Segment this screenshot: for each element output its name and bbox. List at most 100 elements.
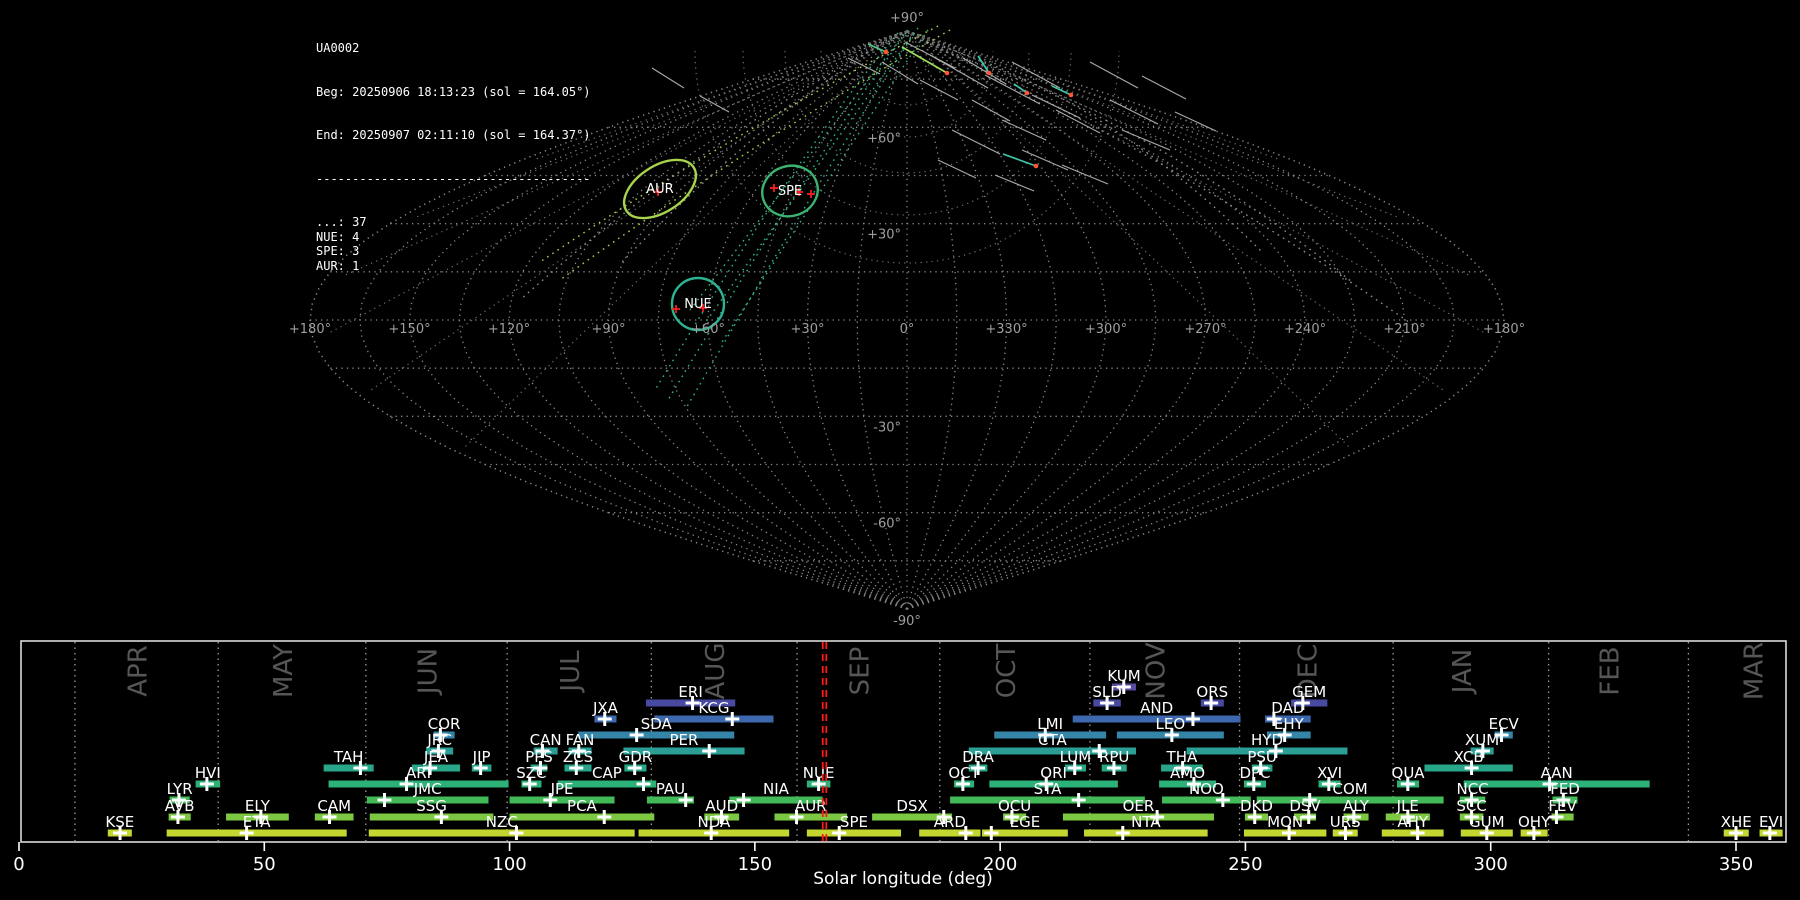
shower-label-NTA: NTA bbox=[1131, 813, 1161, 831]
ra-label: +30° bbox=[791, 322, 825, 337]
x-tick-label: 300 bbox=[1474, 854, 1508, 875]
dec-label: +30° bbox=[867, 228, 901, 243]
shower-label-CAN: CAN bbox=[530, 731, 562, 749]
association-curve bbox=[684, 33, 915, 411]
ra-label: +300° bbox=[1085, 322, 1127, 337]
trail-end-dot bbox=[883, 49, 889, 55]
ra-label: +90° bbox=[592, 322, 626, 337]
association-curve bbox=[919, 39, 1263, 253]
meteor-trail bbox=[951, 129, 1001, 155]
ra-label: +180° bbox=[1483, 322, 1525, 337]
meteor-trail bbox=[1089, 61, 1139, 89]
plot-canvas: AUR SPE NUE +90° -90° +60° +30° -30° -60° +180° +… bbox=[13, 11, 1787, 889]
trail-end-dot bbox=[1068, 92, 1074, 98]
ra-label: +180° bbox=[289, 322, 331, 337]
meteor-trail bbox=[919, 79, 959, 101]
shower-label-COM: COM bbox=[1333, 780, 1368, 798]
meteor-trail bbox=[847, 57, 881, 75]
shower-label-DSX: DSX bbox=[896, 797, 927, 815]
begin-time: Beg: 20250906 18:13:23 (sol = 164.05°) bbox=[316, 84, 591, 99]
ra-label: +210° bbox=[1383, 322, 1425, 337]
month-label-AUG: AUG bbox=[701, 643, 731, 700]
activity-timeline: APR MAY JUN JUL AUG SEP OCT NOV DEC JAN FEB MARKUME… bbox=[13, 640, 1787, 875]
peak-marker-PER bbox=[702, 744, 717, 758]
shower-label-OCT: OCT bbox=[948, 764, 980, 782]
x-tick-label: 0 bbox=[13, 854, 24, 875]
meridian-line bbox=[607, 30, 908, 610]
month-label-NOV: NOV bbox=[1142, 642, 1172, 699]
meteor-trail bbox=[1021, 149, 1069, 171]
trail-end-dot bbox=[944, 70, 950, 76]
shower-label-NDA: NDA bbox=[698, 813, 732, 831]
shower-label-CTA: CTA bbox=[1038, 731, 1067, 749]
meteor-trail-shower bbox=[1051, 85, 1072, 96]
month-label-MAR: MAR bbox=[1740, 642, 1770, 700]
shower-label-PER: PER bbox=[669, 731, 698, 749]
association-curve bbox=[929, 43, 1421, 331]
peak-marker-NIA bbox=[736, 793, 751, 807]
azimuth-line bbox=[906, 30, 1352, 449]
meteor-trail bbox=[651, 67, 685, 89]
shower-label-NIA: NIA bbox=[763, 780, 790, 798]
separator: -------------------------------------- bbox=[316, 171, 591, 186]
shower-label-CAM: CAM bbox=[317, 797, 351, 815]
shower-label-NZC: NZC bbox=[486, 813, 518, 831]
ra-label: +120° bbox=[488, 322, 530, 337]
shower-label-XCB: XCB bbox=[1454, 748, 1484, 766]
shower-label-ZCS: ZCS bbox=[563, 748, 593, 766]
shower-label-SPE: SPE bbox=[840, 813, 868, 831]
peak-marker-STA bbox=[1071, 793, 1086, 807]
shower-label-HYD: HYD bbox=[1251, 731, 1283, 749]
shower-label-JMC: JMC bbox=[413, 780, 442, 798]
info-panel: UA0002 Beg: 20250906 18:13:23 (sol = 164… bbox=[316, 12, 591, 302]
meteor-trail bbox=[1174, 111, 1217, 132]
meridian-line bbox=[906, 30, 1356, 610]
shower-label-JPE: JPE bbox=[550, 780, 574, 798]
count-line: NUE: 4 bbox=[316, 229, 360, 244]
meteor-trail bbox=[994, 174, 1035, 192]
meteor-trail bbox=[699, 95, 730, 113]
x-tick-label: 100 bbox=[492, 854, 526, 875]
month-label-MAY: MAY bbox=[269, 644, 299, 698]
radiant-label-NUE: NUE bbox=[684, 297, 711, 312]
pole-label-south: -90° bbox=[893, 614, 921, 629]
meteor-trails bbox=[651, 41, 1217, 192]
shower-label-EGE: EGE bbox=[1010, 813, 1041, 831]
shower-label-FED: FED bbox=[1550, 780, 1580, 798]
count-line: AUR: 1 bbox=[316, 258, 360, 273]
shower-label-TAH: TAH bbox=[333, 748, 364, 766]
month-label-JAN: JAN bbox=[1448, 649, 1478, 695]
shower-label-PAU: PAU bbox=[656, 780, 685, 798]
x-tick-label: 50 bbox=[253, 854, 276, 875]
meridian-line bbox=[906, 30, 1008, 610]
ra-label: +270° bbox=[1184, 322, 1226, 337]
station-id: UA0002 bbox=[316, 41, 360, 55]
shower-label-FEV: FEV bbox=[1548, 797, 1577, 815]
screenshot-root: AUR SPE NUE +90° -90° +60° +30° -30° -60° +180° +… bbox=[0, 0, 1800, 900]
month-label-APR: APR bbox=[124, 645, 154, 697]
month-label-SEP: SEP bbox=[845, 647, 875, 696]
meteor-trail bbox=[971, 99, 1011, 122]
meteor-trail bbox=[1141, 75, 1187, 100]
peak-marker-EGE bbox=[984, 826, 999, 840]
association-curve bbox=[621, 41, 885, 263]
count-line: ...: 37 bbox=[316, 215, 367, 229]
ra-label: 0° bbox=[900, 322, 915, 337]
x-tick-label: 350 bbox=[1719, 854, 1753, 875]
ra-label: +330° bbox=[985, 322, 1027, 337]
ra-label: +150° bbox=[388, 322, 430, 337]
peak-marker-PCA bbox=[597, 810, 612, 824]
peak-marker-CAP bbox=[636, 777, 651, 791]
dec-label: -60° bbox=[873, 517, 901, 532]
meteor-trail bbox=[1061, 164, 1109, 185]
x-tick-label: 150 bbox=[738, 854, 772, 875]
shower-association-curves bbox=[519, 25, 1421, 411]
month-label-JUL: JUL bbox=[556, 650, 586, 694]
radiant-label-AUR: AUR bbox=[646, 182, 673, 197]
trail-end-dot bbox=[1024, 90, 1030, 96]
association-curve bbox=[699, 27, 919, 331]
pole-label-north: +90° bbox=[890, 11, 924, 26]
x-tick-label: 250 bbox=[1228, 854, 1262, 875]
shower-label-NOO: NOO bbox=[1189, 780, 1224, 798]
meteor-trail bbox=[1055, 109, 1101, 134]
